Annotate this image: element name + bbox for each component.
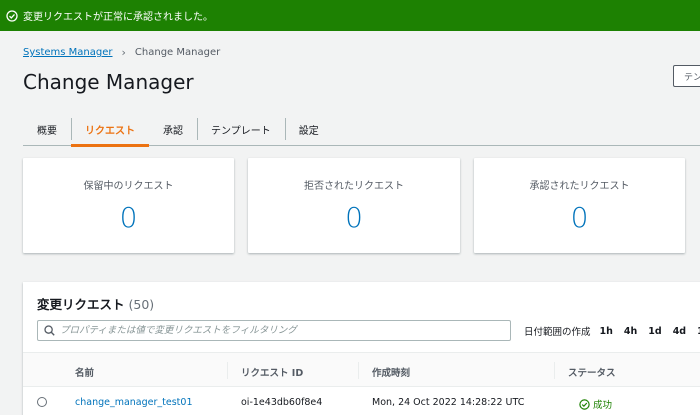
card-count[interactable]: 0 [474,201,685,234]
card-label: 拒否されたリクエスト [304,181,404,192]
template-button[interactable]: テンプレート [673,65,700,87]
filter-box [37,320,511,341]
breadcrumb-current: Change Manager [134,47,221,58]
chevron-right-icon: › [121,46,126,59]
tab-templates[interactable]: テンプレート [197,113,285,145]
pending-requests-card: 保留中のリクエスト 0 [23,158,234,253]
tab-overview[interactable]: 概要 [23,113,71,145]
panel-header: 変更リクエスト (50) [37,294,154,313]
rejected-requests-card: 拒否されたリクエスト 0 [248,158,460,253]
column-header-name[interactable]: 名前 [75,365,94,379]
check-circle-icon [579,398,590,410]
column-divider [227,362,228,379]
status-text: 成功 [593,400,613,411]
request-count: (50) [128,297,155,312]
column-divider [554,362,555,379]
row-select-radio[interactable] [37,397,47,407]
table-header: 名前 リクエスト ID 作成時刻 ステータス [23,352,700,387]
column-header-request-id[interactable]: リクエスト ID [241,365,303,379]
breadcrumb-systems-manager-link[interactable]: Systems Manager [23,47,113,58]
range-option-1h[interactable]: 1h [600,326,613,337]
range-option-4d[interactable]: 4d [673,326,686,337]
column-divider [358,362,359,379]
search-icon [44,325,55,336]
change-requests-panel: 変更リクエスト(50) 日付範囲の作成 1h 4h 1d 4d 1 名前 リクエ… [23,282,700,415]
flash-message: 変更リクエストが正常に承認されました。 [23,12,213,23]
breadcrumb: Systems Manager › Change Manager [23,46,220,59]
tab-bar: 概要 リクエスト 承認 テンプレート 設定 [23,113,700,147]
tab-approvals[interactable]: 承認 [149,113,197,145]
column-header-created-time[interactable]: 作成時刻 [372,365,410,379]
date-range-label: 日付範囲の作成 [524,327,591,338]
column-header-status[interactable]: ステータス [568,365,616,379]
check-circle-icon [6,9,18,22]
table-row: change_manager_test01 oi-1e43db60f8e4 Mo… [23,388,700,415]
created-time: Mon, 24 Oct 2022 14:28:22 UTC [372,397,525,408]
date-range-selector: 日付範囲の作成 1h 4h 1d 4d 1 [524,324,700,339]
page-title: Change Manager [23,70,194,94]
card-label: 承認されたリクエスト [529,181,630,192]
tab-settings[interactable]: 設定 [284,113,333,145]
tab-requests[interactable]: リクエスト [71,113,149,147]
range-option-4h[interactable]: 4h [624,326,637,337]
status-badge: 成功 [579,397,612,411]
approved-requests-card: 承認されたリクエスト 0 [474,158,685,253]
request-name-link[interactable]: change_manager_test01 [75,397,193,408]
filter-input[interactable] [60,325,500,336]
card-count[interactable]: 0 [248,201,460,234]
request-id: oi-1e43db60f8e4 [241,397,323,408]
success-flash-banner: 変更リクエストが正常に承認されました。 [0,0,700,31]
panel-title: 変更リクエスト [37,297,125,312]
card-count[interactable]: 0 [23,201,234,234]
range-option-1d[interactable]: 1d [648,326,661,337]
card-label: 保留中のリクエスト [83,181,174,192]
